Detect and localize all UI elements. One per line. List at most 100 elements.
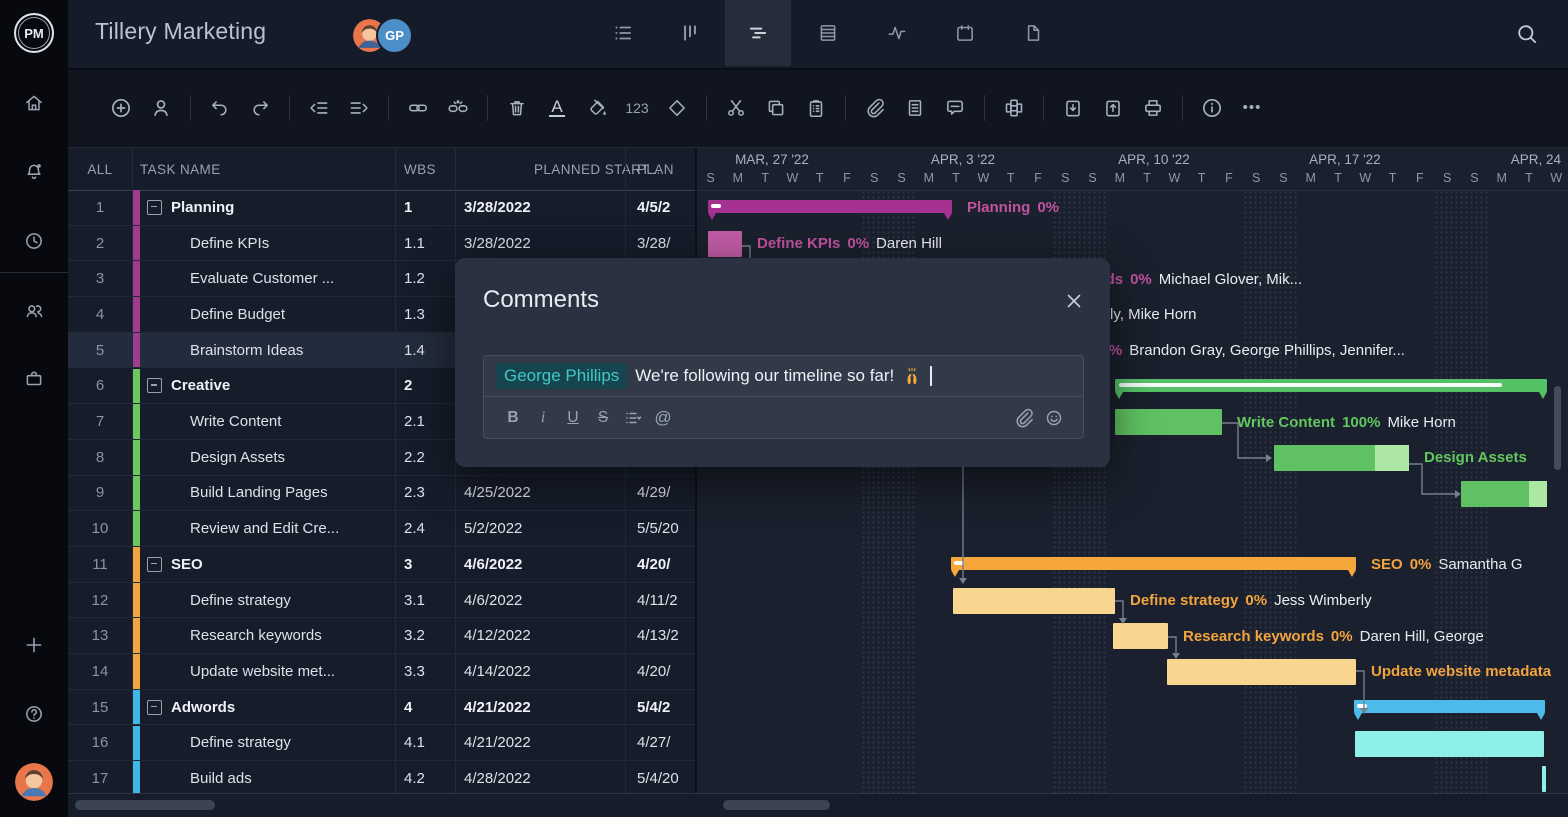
comment-input[interactable]: George Phillips We're following our time…	[483, 355, 1084, 439]
task-name: Update website met...	[190, 663, 335, 680]
time-icon[interactable]	[23, 230, 45, 252]
row-number: 16	[68, 726, 132, 761]
columns-icon[interactable]	[999, 93, 1029, 123]
mention-icon[interactable]: @	[648, 405, 678, 431]
collapse-icon[interactable]	[147, 200, 162, 215]
table-row[interactable]: 15Adwords44/21/20225/4/2	[68, 690, 695, 726]
portfolio-icon[interactable]	[23, 368, 45, 390]
planned-end-cell: 5/4/20	[625, 761, 695, 793]
planned-end-cell: 5/4/2	[625, 690, 695, 725]
link-tasks-icon[interactable]	[403, 93, 433, 123]
home-icon[interactable]	[23, 92, 45, 114]
more-icon[interactable]: •••	[1237, 93, 1267, 123]
task-name: SEO	[171, 556, 203, 573]
table-header: ALLTASK NAMEWBSPLANNED START...PLAN	[68, 148, 695, 191]
collapse-icon[interactable]	[147, 557, 162, 572]
comment-text[interactable]: George Phillips We're following our time…	[484, 356, 1083, 397]
tab-board-view[interactable]	[657, 0, 723, 66]
export-icon[interactable]	[1098, 93, 1128, 123]
table-row[interactable]: 13Research keywords3.24/12/20224/13/2	[68, 618, 695, 654]
indent-icon[interactable]	[344, 93, 374, 123]
collapse-icon[interactable]	[147, 700, 162, 715]
collapse-icon[interactable]	[147, 378, 162, 393]
close-icon[interactable]	[1063, 290, 1085, 312]
redo-icon[interactable]	[245, 93, 275, 123]
wbs-cell: 1.1	[395, 226, 455, 261]
table-row[interactable]: 9Build Landing Pages2.34/25/20224/29/	[68, 476, 695, 512]
undo-icon[interactable]	[205, 93, 235, 123]
bullet-list-icon[interactable]	[618, 405, 648, 431]
tab-gantt-view[interactable]	[725, 0, 791, 66]
column-header-all[interactable]: ALL	[68, 148, 132, 190]
tab-page-view[interactable]	[1000, 0, 1066, 66]
task-color-strip	[132, 690, 140, 725]
task-color-strip	[132, 369, 140, 404]
print-icon[interactable]	[1138, 93, 1168, 123]
milestone-icon[interactable]	[662, 93, 692, 123]
mention-chip[interactable]: George Phillips	[496, 363, 627, 389]
attachment-icon[interactable]	[1009, 405, 1039, 431]
task-color-strip	[132, 297, 140, 332]
table-row[interactable]: 2Define KPIs1.13/28/20223/28/	[68, 226, 695, 262]
column-header-wbs[interactable]: WBS	[404, 148, 455, 190]
wbs-cell: 1.4	[395, 333, 455, 368]
table-row[interactable]: 16Define strategy4.14/21/20224/27/	[68, 726, 695, 762]
gantt-horizontal-scrollbar[interactable]	[723, 800, 830, 810]
underline-icon[interactable]: U	[558, 405, 588, 431]
table-row[interactable]: 14Update website met...3.34/14/20224/20/	[68, 654, 695, 690]
tab-list-view[interactable]	[590, 0, 656, 66]
table-horizontal-scrollbar[interactable]	[75, 800, 215, 810]
numbers-icon[interactable]: 123	[622, 93, 652, 123]
strikethrough-icon[interactable]: S	[588, 405, 618, 431]
bold-icon[interactable]: B	[498, 405, 528, 431]
comment-format-toolbar: BiUS @	[484, 397, 1083, 438]
notifications-icon[interactable]	[23, 161, 45, 183]
table-row[interactable]: 10Review and Edit Cre...2.45/2/20225/5/2…	[68, 511, 695, 547]
copy-icon[interactable]	[761, 93, 791, 123]
cut-icon[interactable]	[721, 93, 751, 123]
planned-end-cell: 4/29/	[625, 476, 695, 511]
notes-icon[interactable]	[900, 93, 930, 123]
member-avatar-initials[interactable]: GP	[376, 17, 413, 54]
add-icon[interactable]	[23, 634, 45, 656]
row-number: 9	[68, 476, 132, 511]
table-row[interactable]: 17Build ads4.24/28/20225/4/20	[68, 761, 695, 793]
info-icon[interactable]	[1197, 93, 1227, 123]
wbs-cell: 3.1	[395, 583, 455, 618]
gantt-vertical-scrollbar[interactable]	[1554, 386, 1561, 470]
assign-icon[interactable]	[146, 93, 176, 123]
unlink-tasks-icon[interactable]	[443, 93, 473, 123]
task-color-strip	[132, 190, 140, 225]
sidebar-divider	[0, 272, 68, 273]
tab-activity-view[interactable]	[864, 0, 930, 66]
task-name-cell[interactable]: Adwords	[140, 690, 395, 725]
paste-icon[interactable]	[801, 93, 831, 123]
user-avatar[interactable]	[15, 763, 53, 801]
task-name-cell[interactable]: Creative	[140, 369, 395, 404]
italic-icon[interactable]: i	[528, 405, 558, 431]
task-name-cell[interactable]: Planning	[140, 190, 395, 225]
text-color-icon[interactable]: A	[542, 93, 572, 123]
fill-color-icon[interactable]	[582, 93, 612, 123]
tab-sheet-view[interactable]	[795, 0, 861, 66]
column-header-plan[interactable]: PLAN	[637, 148, 695, 190]
table-row[interactable]: 1Planning13/28/20224/5/2	[68, 190, 695, 226]
outdent-icon[interactable]	[304, 93, 334, 123]
table-row[interactable]: 12Define strategy3.14/6/20224/11/2	[68, 583, 695, 619]
help-icon[interactable]	[23, 703, 45, 725]
pm-logo[interactable]: PM	[14, 13, 54, 53]
tab-calendar-view[interactable]	[932, 0, 998, 66]
column-header-task-name[interactable]: TASK NAME	[140, 148, 395, 190]
add-task-icon[interactable]	[106, 93, 136, 123]
delete-icon[interactable]	[502, 93, 532, 123]
search-icon[interactable]	[1515, 22, 1539, 46]
team-icon[interactable]	[23, 300, 45, 322]
comment-icon[interactable]	[940, 93, 970, 123]
emoji-icon[interactable]	[1039, 405, 1069, 431]
task-name-cell[interactable]: SEO	[140, 547, 395, 582]
import-icon[interactable]	[1058, 93, 1088, 123]
table-row[interactable]: 11SEO34/6/20224/20/	[68, 547, 695, 583]
attachment-icon[interactable]	[860, 93, 890, 123]
row-number: 10	[68, 511, 132, 546]
planned-start-cell: 4/21/2022	[455, 690, 625, 725]
